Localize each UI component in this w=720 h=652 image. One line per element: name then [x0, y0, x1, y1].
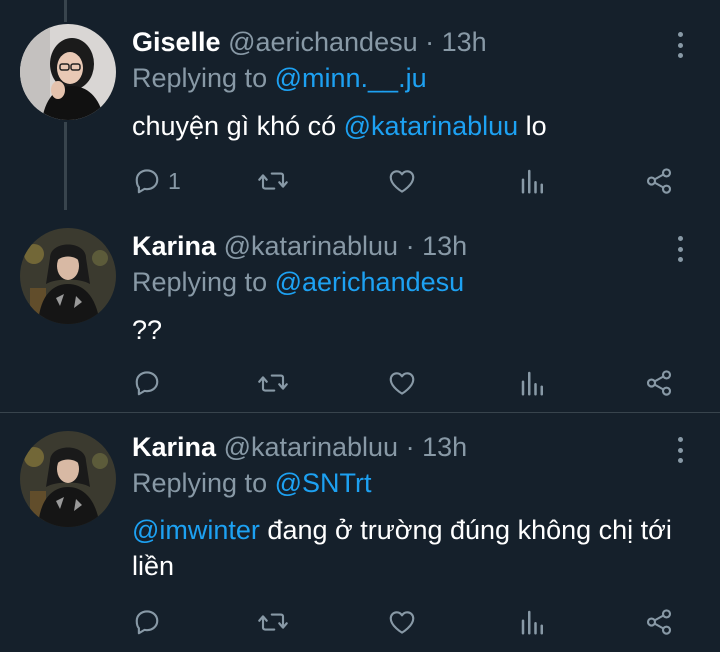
thread-line-top	[64, 0, 67, 22]
retweet-icon	[258, 374, 288, 392]
reply-count: 1	[168, 167, 181, 194]
like-icon	[389, 170, 415, 193]
tweet-3[interactable]: Karina @katarinabluu · 13h Replying to @…	[0, 413, 720, 652]
author-handle[interactable]: @aerichandesu	[228, 27, 418, 57]
like-icon	[389, 372, 415, 395]
retweet-icon	[258, 172, 288, 190]
tweet-header: Karina @katarinabluu · 13h	[132, 431, 467, 463]
share-icon	[646, 609, 672, 635]
retweet-button[interactable]	[256, 366, 290, 400]
avatar[interactable]	[20, 431, 116, 527]
tweet-text: @imwinter đang ở trường đúng không chị t…	[132, 512, 702, 584]
text: lo	[518, 111, 547, 141]
replying-to-mention[interactable]: @SNTrt	[275, 468, 372, 498]
retweet-icon	[258, 613, 288, 631]
timestamp[interactable]: 13h	[442, 27, 487, 57]
tweet-header: Karina @katarinabluu · 13h	[132, 230, 467, 262]
tweet-1[interactable]: Giselle @aerichandesu · 13h Replying to …	[0, 0, 720, 210]
replying-to: Replying to @aerichandesu	[132, 266, 464, 298]
tweet-actions: 1	[132, 164, 692, 198]
text-mention[interactable]: @katarinabluu	[344, 111, 519, 141]
tweet-actions	[132, 366, 692, 400]
timestamp[interactable]: 13h	[422, 432, 467, 462]
replying-prefix: Replying to	[132, 468, 268, 498]
tweet-actions	[132, 605, 692, 639]
analytics-icon	[521, 610, 543, 635]
author-name[interactable]: Giselle	[132, 27, 221, 57]
separator: ·	[405, 231, 415, 261]
retweet-button[interactable]	[256, 164, 290, 198]
author-handle[interactable]: @katarinabluu	[224, 432, 399, 462]
share-button[interactable]	[644, 366, 674, 400]
separator: ·	[405, 432, 415, 462]
more-options-icon[interactable]	[668, 30, 692, 60]
analytics-button[interactable]	[518, 605, 548, 639]
replying-prefix: Replying to	[132, 63, 268, 93]
reply-icon	[135, 371, 159, 396]
text-mention[interactable]: @imwinter	[132, 515, 260, 545]
share-button[interactable]	[644, 164, 674, 198]
thread-line-bottom	[64, 122, 67, 210]
analytics-button[interactable]	[518, 366, 548, 400]
tweet-text: chuyện gì khó có @katarinabluu lo	[132, 108, 702, 144]
share-icon	[646, 370, 672, 396]
replying-to-mention[interactable]: @minn.__.ju	[275, 63, 427, 93]
avatar[interactable]	[20, 24, 116, 120]
timestamp[interactable]: 13h	[422, 231, 467, 261]
replying-to: Replying to @SNTrt	[132, 467, 372, 499]
share-button[interactable]	[644, 605, 674, 639]
author-name[interactable]: Karina	[132, 231, 216, 261]
avatar[interactable]	[20, 228, 116, 324]
more-options-icon[interactable]	[668, 234, 692, 264]
like-button[interactable]	[386, 366, 418, 400]
tweet-text: ??	[132, 312, 702, 348]
avatar-giselle	[20, 24, 116, 120]
separator: ·	[425, 27, 435, 57]
replying-to-mention[interactable]: @aerichandesu	[275, 267, 465, 297]
retweet-button[interactable]	[256, 605, 290, 639]
reply-button[interactable]: 1	[132, 164, 181, 198]
analytics-icon	[521, 169, 543, 194]
like-icon	[389, 611, 415, 634]
tweet-header: Giselle @aerichandesu · 13h	[132, 26, 487, 58]
reply-button[interactable]	[132, 605, 162, 639]
analytics-button[interactable]	[518, 164, 548, 198]
tweet-2[interactable]: Karina @katarinabluu · 13h Replying to @…	[0, 208, 720, 412]
replying-to: Replying to @minn.__.ju	[132, 62, 427, 94]
analytics-icon	[521, 371, 543, 396]
reply-icon	[135, 169, 159, 194]
author-handle[interactable]: @katarinabluu	[224, 231, 399, 261]
like-button[interactable]	[386, 605, 418, 639]
author-name[interactable]: Karina	[132, 432, 216, 462]
avatar-karina	[20, 431, 116, 527]
reply-icon	[135, 610, 159, 635]
text: ??	[132, 315, 163, 345]
share-icon	[646, 168, 672, 194]
more-options-icon[interactable]	[668, 435, 692, 465]
like-button[interactable]	[386, 164, 418, 198]
replying-prefix: Replying to	[132, 267, 268, 297]
text: chuyện gì khó có	[132, 111, 344, 141]
reply-button[interactable]	[132, 366, 162, 400]
avatar-karina	[20, 228, 116, 324]
